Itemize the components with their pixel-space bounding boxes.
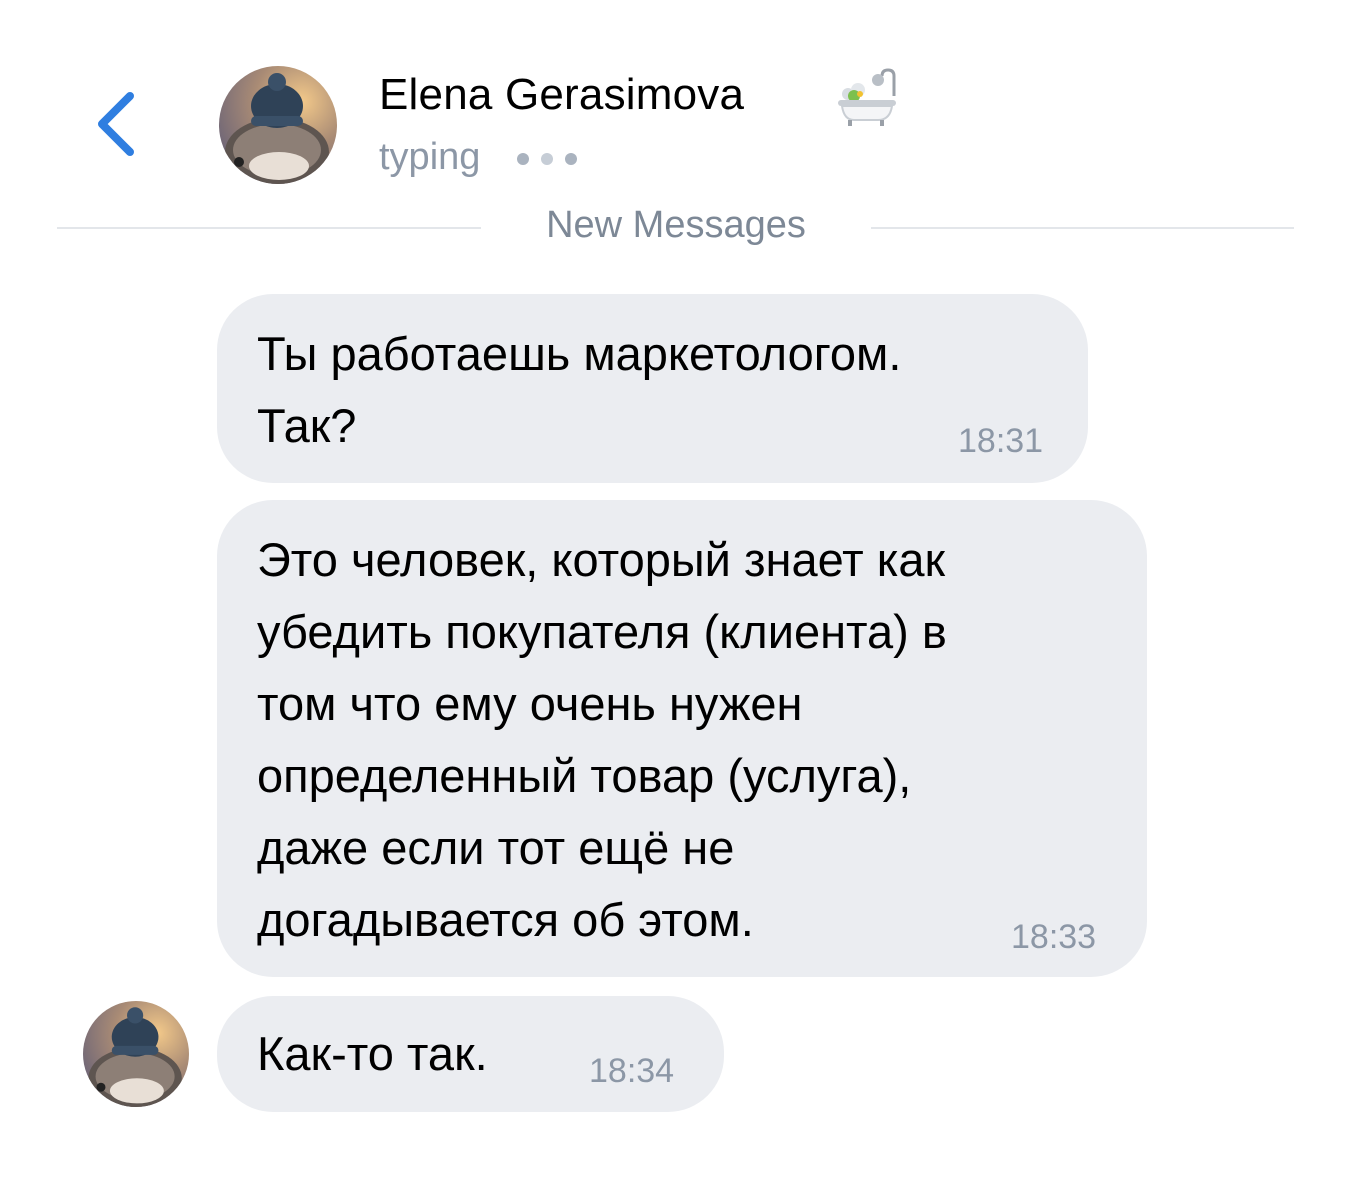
contact-avatar[interactable] (219, 66, 337, 184)
message-time: 18:31 (958, 422, 1044, 460)
contact-name[interactable]: Elena Gerasimova (379, 70, 744, 120)
chevron-left-icon (98, 92, 134, 156)
message-bubble[interactable]: Ты работаешь маркетологом. Так? 18:31 (217, 294, 1088, 483)
new-messages-divider: New Messages (546, 204, 806, 246)
divider-line-right (871, 227, 1294, 229)
back-button[interactable] (88, 88, 148, 160)
bathtub-icon (834, 66, 900, 128)
typing-dots-icon (517, 152, 589, 166)
message-bubble[interactable]: Это человек, который знает как убедить п… (217, 500, 1147, 977)
divider-line-left (57, 227, 481, 229)
message-text: Это человек, который знает как убедить п… (257, 533, 947, 946)
chat-screen: Elena Gerasimova typing New Messages Ты … (0, 0, 1366, 1193)
message-text: Как-то так. (257, 1027, 488, 1080)
message-time: 18:34 (589, 1052, 675, 1090)
sender-avatar[interactable] (83, 1001, 189, 1107)
message-time: 18:33 (1011, 918, 1097, 956)
hedgehog-avatar-image (83, 1001, 189, 1107)
hedgehog-avatar-image (219, 66, 337, 184)
typing-status: typing (379, 136, 481, 178)
message-text: Ты работаешь маркетологом. Так? (257, 327, 902, 452)
message-bubble[interactable]: Как-то так. 18:34 (217, 996, 724, 1112)
